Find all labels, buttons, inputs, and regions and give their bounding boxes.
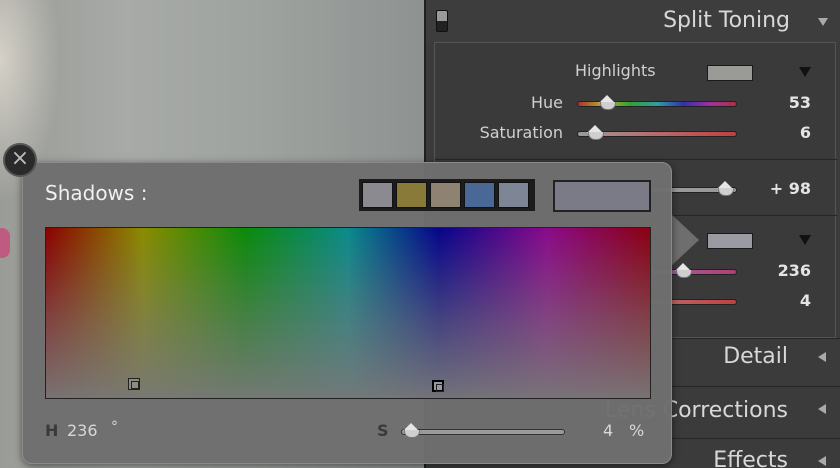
- preset-swatch[interactable]: [498, 182, 529, 208]
- hue-slider-thumb[interactable]: [599, 95, 616, 110]
- preset-swatch[interactable]: [362, 182, 393, 208]
- highlights-color-swatch[interactable]: [707, 65, 753, 81]
- hue-label: Hue: [530, 93, 563, 112]
- photo-detail: [0, 228, 10, 258]
- close-icon[interactable]: ×: [3, 143, 37, 177]
- s-unit: %: [629, 421, 645, 440]
- highlights-picker-triangle-icon[interactable]: [799, 67, 811, 77]
- s-slider-thumb[interactable]: [403, 423, 420, 438]
- h-unit: °: [111, 419, 118, 435]
- shadows-saturation-value[interactable]: 4: [755, 291, 811, 310]
- popup-title: Shadows :: [45, 181, 148, 205]
- highlights-label: Highlights: [575, 61, 656, 80]
- current-color-swatch: [553, 180, 651, 212]
- spectrum-saturation-gradient: [46, 228, 650, 398]
- effects-section-header[interactable]: Effects: [713, 448, 788, 468]
- lens-corrections-expand-triangle-icon[interactable]: [818, 404, 826, 414]
- panel-title: Split Toning: [663, 8, 790, 33]
- s-label: S: [377, 421, 389, 440]
- preset-swatch[interactable]: [464, 182, 495, 208]
- h-value[interactable]: 236: [67, 421, 98, 440]
- saturation-value[interactable]: 6: [755, 123, 811, 142]
- saturation-slider-thumb[interactable]: [587, 125, 604, 140]
- preset-swatch[interactable]: [430, 182, 461, 208]
- panel-toggle-switch[interactable]: [436, 10, 448, 32]
- shadows-color-marker[interactable]: [432, 380, 444, 392]
- s-value[interactable]: 4: [603, 421, 613, 440]
- color-spectrum-field[interactable]: [45, 227, 651, 399]
- popup-pointer: [671, 214, 699, 266]
- split-toning-header[interactable]: Split Toning: [426, 0, 840, 42]
- s-slider-track[interactable]: [401, 429, 565, 435]
- section-divider: [435, 159, 837, 160]
- collapse-triangle-icon[interactable]: [818, 18, 828, 26]
- highlights-color-marker[interactable]: [128, 378, 140, 390]
- shadows-color-picker-popup: Shadows : H 236 ° S 4 %: [22, 162, 672, 464]
- hue-value[interactable]: 53: [755, 93, 811, 112]
- h-label: H: [45, 421, 59, 440]
- saturation-label: Saturation: [479, 123, 563, 142]
- preset-swatch[interactable]: [396, 182, 427, 208]
- shadows-picker-triangle-icon[interactable]: [799, 235, 811, 245]
- effects-expand-triangle-icon[interactable]: [818, 456, 826, 466]
- balance-slider-thumb[interactable]: [717, 181, 734, 196]
- preset-swatches: [359, 179, 535, 211]
- shadows-hue-value[interactable]: 236: [755, 261, 811, 280]
- shadows-color-swatch[interactable]: [707, 233, 753, 249]
- balance-value[interactable]: + 98: [735, 179, 811, 198]
- detail-expand-triangle-icon[interactable]: [818, 352, 826, 362]
- detail-section-header[interactable]: Detail: [723, 344, 788, 369]
